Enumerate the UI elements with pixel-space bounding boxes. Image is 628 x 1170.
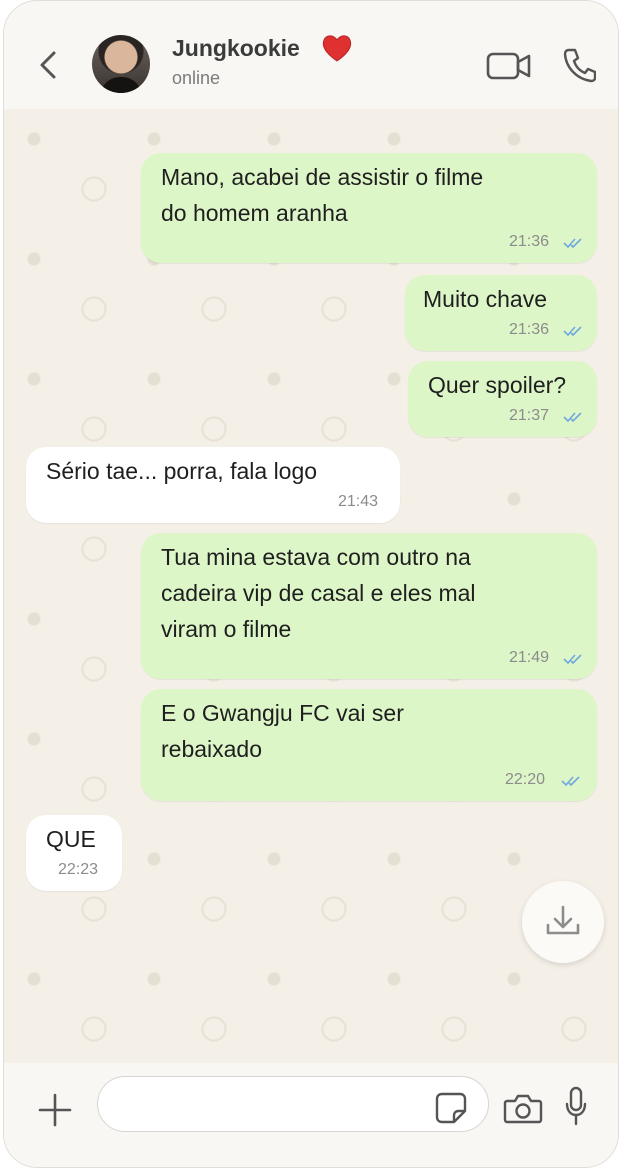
message-time: 21:37 [509,407,550,424]
chat-header: Jungkookie online [4,1,618,109]
message-time: 21:49 [509,649,550,666]
phone-frame: Jungkookie online Mano, acabei de assist… [3,0,619,1168]
back-chevron-icon[interactable] [36,45,62,85]
camera-icon[interactable] [503,1091,543,1125]
message-text: Mano, acabei de assistir o filme do home… [161,164,484,226]
outgoing-message[interactable]: Mano, acabei de assistir o filme do home… [141,153,597,263]
message-text: Quer spoiler? [428,372,567,398]
contact-status: online [172,68,221,88]
message-text: Muito chave [423,286,548,312]
read-ticks-icon [563,412,582,423]
plus-icon[interactable] [36,1091,74,1129]
message-time: 22:20 [505,771,546,788]
message-time: 21:36 [509,233,550,250]
red-heart-icon [322,35,352,62]
phone-call-icon[interactable] [562,47,596,83]
message-list[interactable]: Mano, acabei de assistir o filme do home… [4,109,618,1063]
composer-bar [4,1063,618,1167]
message-text: Tua mina estava com outro na cadeira vip… [161,544,476,642]
download-arrow-icon [546,905,580,935]
contact-name[interactable]: Jungkookie [172,35,300,62]
avatar[interactable] [92,35,150,93]
message-text: Sério tae... porra, fala logo [46,458,318,484]
message-time: 22:23 [58,861,99,878]
video-call-icon[interactable] [486,51,532,81]
message-time: 21:43 [338,493,379,510]
incoming-message[interactable]: Sério tae... porra, fala logo 21:43 [26,447,400,523]
read-ticks-icon [563,326,582,337]
message-time: 21:36 [509,321,550,338]
outgoing-message[interactable]: E o Gwangju FC vai ser rebaixado 22:20 [141,689,597,801]
scroll-to-bottom-button[interactable] [522,881,604,963]
message-input[interactable] [97,1076,489,1132]
message-text: E o Gwangju FC vai ser rebaixado [161,700,404,762]
outgoing-message[interactable]: Muito chave 21:36 [405,275,597,351]
message-text: QUE [46,826,96,852]
incoming-message[interactable]: QUE 22:23 [26,815,122,891]
read-ticks-icon [563,238,582,249]
sticker-icon[interactable] [434,1091,468,1125]
outgoing-message[interactable]: Tua mina estava com outro na cadeira vip… [141,533,597,679]
microphone-icon[interactable] [564,1085,588,1127]
read-ticks-icon [561,776,580,787]
outgoing-message[interactable]: Quer spoiler? 21:37 [408,361,597,437]
read-ticks-icon [563,654,582,665]
